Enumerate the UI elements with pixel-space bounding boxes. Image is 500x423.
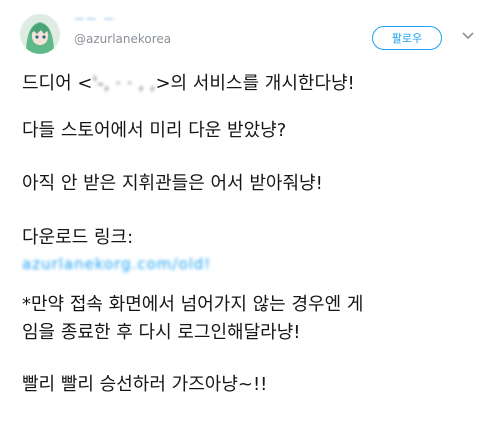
- avatar-icon: [20, 14, 60, 54]
- blurred-game-title: '-, · · , ,: [92, 73, 156, 94]
- tweet-line-1: 드디어 <'-, · · , ,>의 서비스를 개시한다냥!: [22, 72, 355, 96]
- avatar[interactable]: [20, 14, 60, 54]
- download-link-text: azurlanekorg.com/old!: [22, 255, 212, 273]
- tweet-line-3: 아직 안 받은 지휘관들은 어서 받아줘냥!: [22, 173, 323, 194]
- line1-suffix: >의 서비스를 개시한다냥!: [155, 73, 355, 94]
- tweet-line-2: 다들 스토어에서 미리 다운 받았냥?: [22, 120, 287, 141]
- display-name[interactable]: ㅡㅡ ㅡ: [74, 12, 132, 26]
- tweet-line-4: 다운로드 링크:: [22, 227, 134, 248]
- tweet-line-5b: 임을 종료한 후 다시 로그인해달라냥!: [22, 322, 301, 343]
- line1-prefix: 드디어 <: [22, 73, 93, 94]
- download-link[interactable]: azurlanekorg.com/old!: [22, 252, 211, 276]
- tweet-line-5a: *만약 접속 화면에서 넘어가지 않는 경우엔 게: [22, 294, 364, 315]
- follow-button[interactable]: 팔로우: [372, 26, 442, 50]
- tweet-header: ㅡㅡ ㅡ @azurlanekorea 팔로우: [0, 0, 500, 62]
- tweet-line-6: 빨리 빨리 승선하러 가즈아냥~!!: [22, 374, 268, 395]
- chevron-down-icon[interactable]: [460, 28, 476, 44]
- display-name-text: ㅡㅡ ㅡ: [74, 13, 116, 26]
- user-handle[interactable]: @azurlanekorea: [74, 32, 171, 46]
